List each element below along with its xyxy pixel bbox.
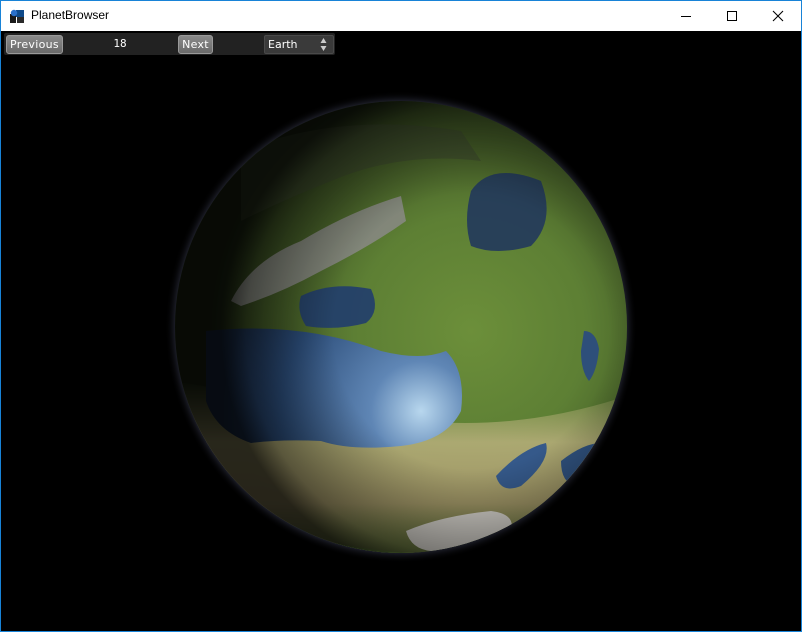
minimize-button[interactable] <box>663 1 709 31</box>
close-button[interactable] <box>755 1 801 31</box>
render-viewport[interactable]: Previous 18 Next Earth <box>1 31 801 631</box>
close-icon <box>772 10 784 22</box>
next-button[interactable]: Next <box>178 35 213 54</box>
maximize-icon <box>727 11 737 21</box>
app-window: PlanetBrowser Previous 18 Next Earth <box>0 0 802 632</box>
title-bar[interactable]: PlanetBrowser <box>1 1 801 31</box>
planet-select-value: Earth <box>268 38 298 51</box>
minimize-icon <box>681 16 691 17</box>
spinner-arrows-icon[interactable] <box>320 37 327 52</box>
planet-globe[interactable] <box>1 31 801 631</box>
seed-field[interactable]: 18 <box>98 37 142 50</box>
maximize-button[interactable] <box>709 1 755 31</box>
planetbrowser-app-icon <box>10 9 24 23</box>
toolbar: Previous 18 Next Earth <box>4 33 335 55</box>
previous-button[interactable]: Previous <box>6 35 63 54</box>
planet-select[interactable]: Earth <box>264 35 334 54</box>
window-title: PlanetBrowser <box>31 8 110 22</box>
